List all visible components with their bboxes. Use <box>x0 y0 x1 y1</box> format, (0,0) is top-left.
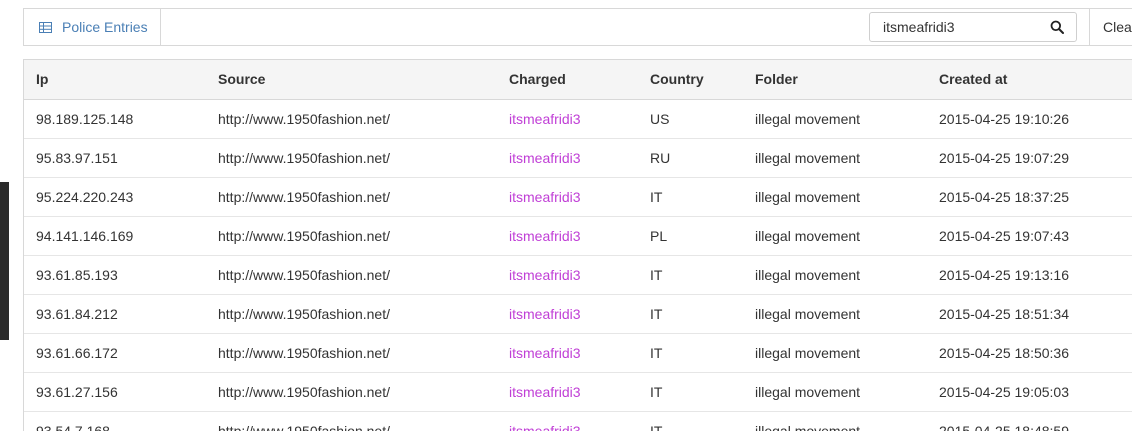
cell-ip: 95.224.220.243 <box>24 177 206 217</box>
cell-charged-link[interactable]: itsmeafridi3 <box>497 177 638 217</box>
column-header-charged[interactable]: Charged <box>497 60 638 100</box>
toolbar-divider <box>1089 9 1090 45</box>
cell-created-at: 2015-04-25 19:13:16 <box>927 255 1132 295</box>
table-row[interactable]: 95.224.220.243 http://www.1950fashion.ne… <box>24 177 1132 217</box>
cell-country: RU <box>638 138 743 178</box>
cell-source: http://www.1950fashion.net/ <box>206 99 497 139</box>
table-row[interactable]: 93.54.7.168 http://www.1950fashion.net/ … <box>24 411 1132 431</box>
cell-country: IT <box>638 372 743 412</box>
cell-source: http://www.1950fashion.net/ <box>206 216 497 256</box>
cell-created-at: 2015-04-25 19:07:29 <box>927 138 1132 178</box>
search-icon[interactable] <box>1050 20 1064 34</box>
cell-folder: illegal movement <box>743 99 927 139</box>
cell-created-at: 2015-04-25 18:48:59 <box>927 411 1132 431</box>
column-header-country[interactable]: Country <box>638 60 743 100</box>
cell-ip: 93.61.27.156 <box>24 372 206 412</box>
table-row[interactable]: 98.189.125.148 http://www.1950fashion.ne… <box>24 99 1132 139</box>
entries-table-container: Ip Source Charged Country Folder Created… <box>23 59 1132 431</box>
search-input[interactable] <box>870 14 1040 40</box>
cell-source: http://www.1950fashion.net/ <box>206 138 497 178</box>
cell-country: IT <box>638 255 743 295</box>
column-header-folder[interactable]: Folder <box>743 60 927 100</box>
search-field[interactable] <box>869 12 1077 42</box>
cell-folder: illegal movement <box>743 255 927 295</box>
cell-ip: 95.83.97.151 <box>24 138 206 178</box>
table-row[interactable]: 93.61.85.193 http://www.1950fashion.net/… <box>24 255 1132 295</box>
entries-table: Ip Source Charged Country Folder Created… <box>24 60 1132 431</box>
cell-country: IT <box>638 294 743 334</box>
clear-button[interactable]: Clea <box>1103 9 1132 45</box>
cell-source: http://www.1950fashion.net/ <box>206 411 497 431</box>
cell-created-at: 2015-04-25 18:50:36 <box>927 333 1132 373</box>
cell-source: http://www.1950fashion.net/ <box>206 372 497 412</box>
table-row[interactable]: 93.61.84.212 http://www.1950fashion.net/… <box>24 294 1132 334</box>
toolbar: Police Entries Clea <box>23 8 1132 46</box>
cell-country: IT <box>638 177 743 217</box>
cell-created-at: 2015-04-25 18:37:25 <box>927 177 1132 217</box>
cell-source: http://www.1950fashion.net/ <box>206 333 497 373</box>
cell-ip: 93.61.84.212 <box>24 294 206 334</box>
cell-created-at: 2015-04-25 19:07:43 <box>927 216 1132 256</box>
cell-source: http://www.1950fashion.net/ <box>206 294 497 334</box>
column-header-source[interactable]: Source <box>206 60 497 100</box>
cell-folder: illegal movement <box>743 294 927 334</box>
table-grid-icon <box>39 21 52 33</box>
column-header-ip[interactable]: Ip <box>24 60 206 100</box>
cell-country: US <box>638 99 743 139</box>
cell-source: http://www.1950fashion.net/ <box>206 255 497 295</box>
cell-folder: illegal movement <box>743 333 927 373</box>
cell-created-at: 2015-04-25 19:10:26 <box>927 99 1132 139</box>
cell-ip: 98.189.125.148 <box>24 99 206 139</box>
cell-created-at: 2015-04-25 18:51:34 <box>927 294 1132 334</box>
cell-folder: illegal movement <box>743 411 927 431</box>
column-header-created-at[interactable]: Created at <box>927 60 1132 100</box>
cell-charged-link[interactable]: itsmeafridi3 <box>497 216 638 256</box>
cell-folder: illegal movement <box>743 177 927 217</box>
table-row[interactable]: 93.61.66.172 http://www.1950fashion.net/… <box>24 333 1132 373</box>
tab-police-entries[interactable]: Police Entries <box>24 9 161 45</box>
cell-charged-link[interactable]: itsmeafridi3 <box>497 294 638 334</box>
cell-folder: illegal movement <box>743 372 927 412</box>
tab-label: Police Entries <box>62 19 148 35</box>
cell-charged-link[interactable]: itsmeafridi3 <box>497 411 638 431</box>
cell-charged-link[interactable]: itsmeafridi3 <box>497 255 638 295</box>
cell-ip: 94.141.146.169 <box>24 216 206 256</box>
cell-charged-link[interactable]: itsmeafridi3 <box>497 333 638 373</box>
cell-country: PL <box>638 216 743 256</box>
background-window-edge <box>0 182 9 340</box>
table-header-row: Ip Source Charged Country Folder Created… <box>24 60 1132 100</box>
cell-folder: illegal movement <box>743 138 927 178</box>
cell-created-at: 2015-04-25 19:05:03 <box>927 372 1132 412</box>
cell-source: http://www.1950fashion.net/ <box>206 177 497 217</box>
cell-charged-link[interactable]: itsmeafridi3 <box>497 99 638 139</box>
table-row[interactable]: 93.61.27.156 http://www.1950fashion.net/… <box>24 372 1132 412</box>
cell-charged-link[interactable]: itsmeafridi3 <box>497 372 638 412</box>
table-row[interactable]: 94.141.146.169 http://www.1950fashion.ne… <box>24 216 1132 256</box>
cell-country: IT <box>638 333 743 373</box>
cell-ip: 93.61.66.172 <box>24 333 206 373</box>
cell-folder: illegal movement <box>743 216 927 256</box>
cell-ip: 93.61.85.193 <box>24 255 206 295</box>
table-row[interactable]: 95.83.97.151 http://www.1950fashion.net/… <box>24 138 1132 178</box>
cell-ip: 93.54.7.168 <box>24 411 206 431</box>
cell-country: IT <box>638 411 743 431</box>
cell-charged-link[interactable]: itsmeafridi3 <box>497 138 638 178</box>
